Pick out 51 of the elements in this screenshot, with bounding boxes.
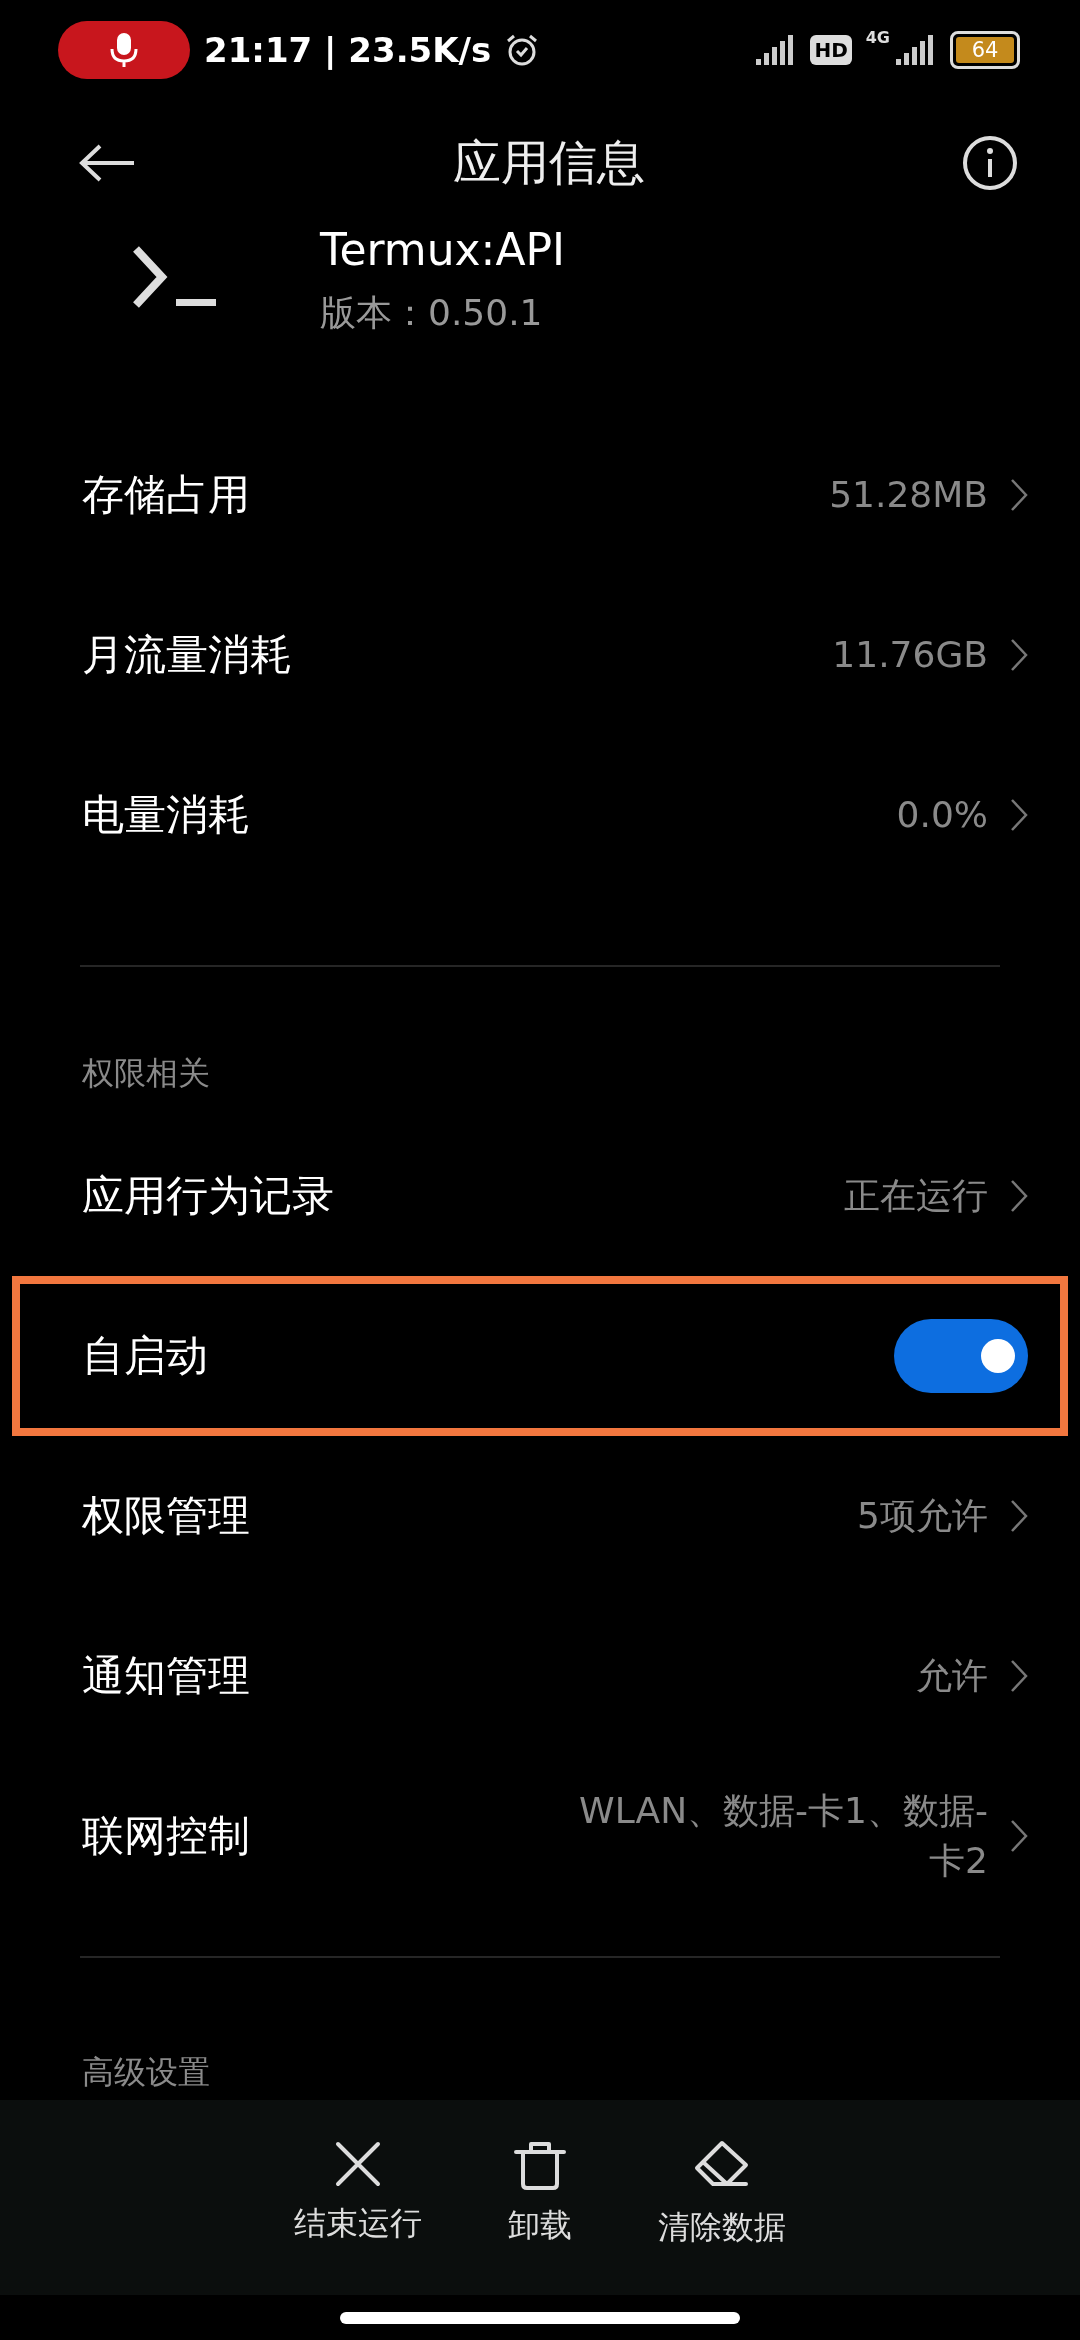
settings-row[interactable]: 应用行为记录 正在运行 <box>0 1116 1080 1276</box>
settings-row[interactable]: 权限管理 5项允许 <box>0 1436 1080 1596</box>
hd-badge: HD <box>810 35 852 65</box>
action-button[interactable]: 结束运行 <box>294 2140 422 2295</box>
action-button[interactable]: 清除数据 <box>658 2140 786 2295</box>
section-heading: 高级设置 <box>81 2052 211 2093</box>
settings-row[interactable]: 联网控制 WLAN、数据-卡1、数据-卡2 <box>0 1756 1080 1916</box>
chevron-icon <box>1010 1819 1028 1853</box>
back-button[interactable] <box>78 142 136 183</box>
settings-row[interactable]: 月流量消耗 11.76GB <box>0 575 1080 735</box>
chevron-icon <box>1010 478 1028 512</box>
settings-row[interactable]: 电量消耗 0.0% <box>0 735 1080 895</box>
chevron-icon <box>1010 638 1028 672</box>
info-button[interactable] <box>962 134 1020 191</box>
row-value: WLAN、数据-卡1、数据-卡2 <box>578 1788 988 1883</box>
signal-icon <box>896 35 936 65</box>
page-title: 应用信息 <box>453 132 645 192</box>
network-type: 4G <box>865 28 890 47</box>
row-label: 应用行为记录 <box>82 1170 334 1222</box>
battery-level: 64 <box>956 37 1014 63</box>
row-value: 0.0% <box>896 792 988 837</box>
home-indicator[interactable] <box>340 2311 740 2324</box>
app-name: Termux:API <box>320 225 565 275</box>
row-value: 51.28MB <box>829 472 988 517</box>
action-button[interactable]: 卸载 <box>480 2140 600 2295</box>
status-time: 21:17 | 23.5K/s <box>204 30 492 70</box>
chevron-icon <box>1010 1499 1028 1533</box>
row-label: 电量消耗 <box>82 789 250 841</box>
recording-indicator[interactable] <box>58 21 190 79</box>
row-label: 存储占用 <box>82 469 250 521</box>
row-label: 权限管理 <box>82 1490 250 1542</box>
row-value: 允许 <box>916 1653 988 1698</box>
row-value: 11.76GB <box>832 632 988 677</box>
chevron-icon <box>1010 1179 1028 1213</box>
row-label: 自启动 <box>82 1330 208 1382</box>
microphone-icon <box>110 31 138 69</box>
row-label: 月流量消耗 <box>82 629 292 681</box>
trash-icon <box>513 2140 567 2190</box>
highlighted-row[interactable]: 自启动 <box>12 1276 1068 1436</box>
row-label: 通知管理 <box>82 1650 250 1702</box>
alarm-icon <box>505 33 540 67</box>
row-label: 联网控制 <box>82 1810 250 1862</box>
settings-row[interactable]: 存储占用 51.28MB <box>0 415 1080 575</box>
settings-row[interactable]: 通知管理 允许 <box>0 1596 1080 1756</box>
chevron-icon <box>1010 1659 1028 1693</box>
app-version: 版本：0.50.1 <box>320 291 544 335</box>
chevron-icon <box>1010 798 1028 832</box>
section-heading: 权限相关 <box>81 1053 211 1094</box>
row-value: 正在运行 <box>844 1173 988 1218</box>
row-value: 5项允许 <box>857 1493 988 1538</box>
close-icon <box>334 2140 382 2188</box>
